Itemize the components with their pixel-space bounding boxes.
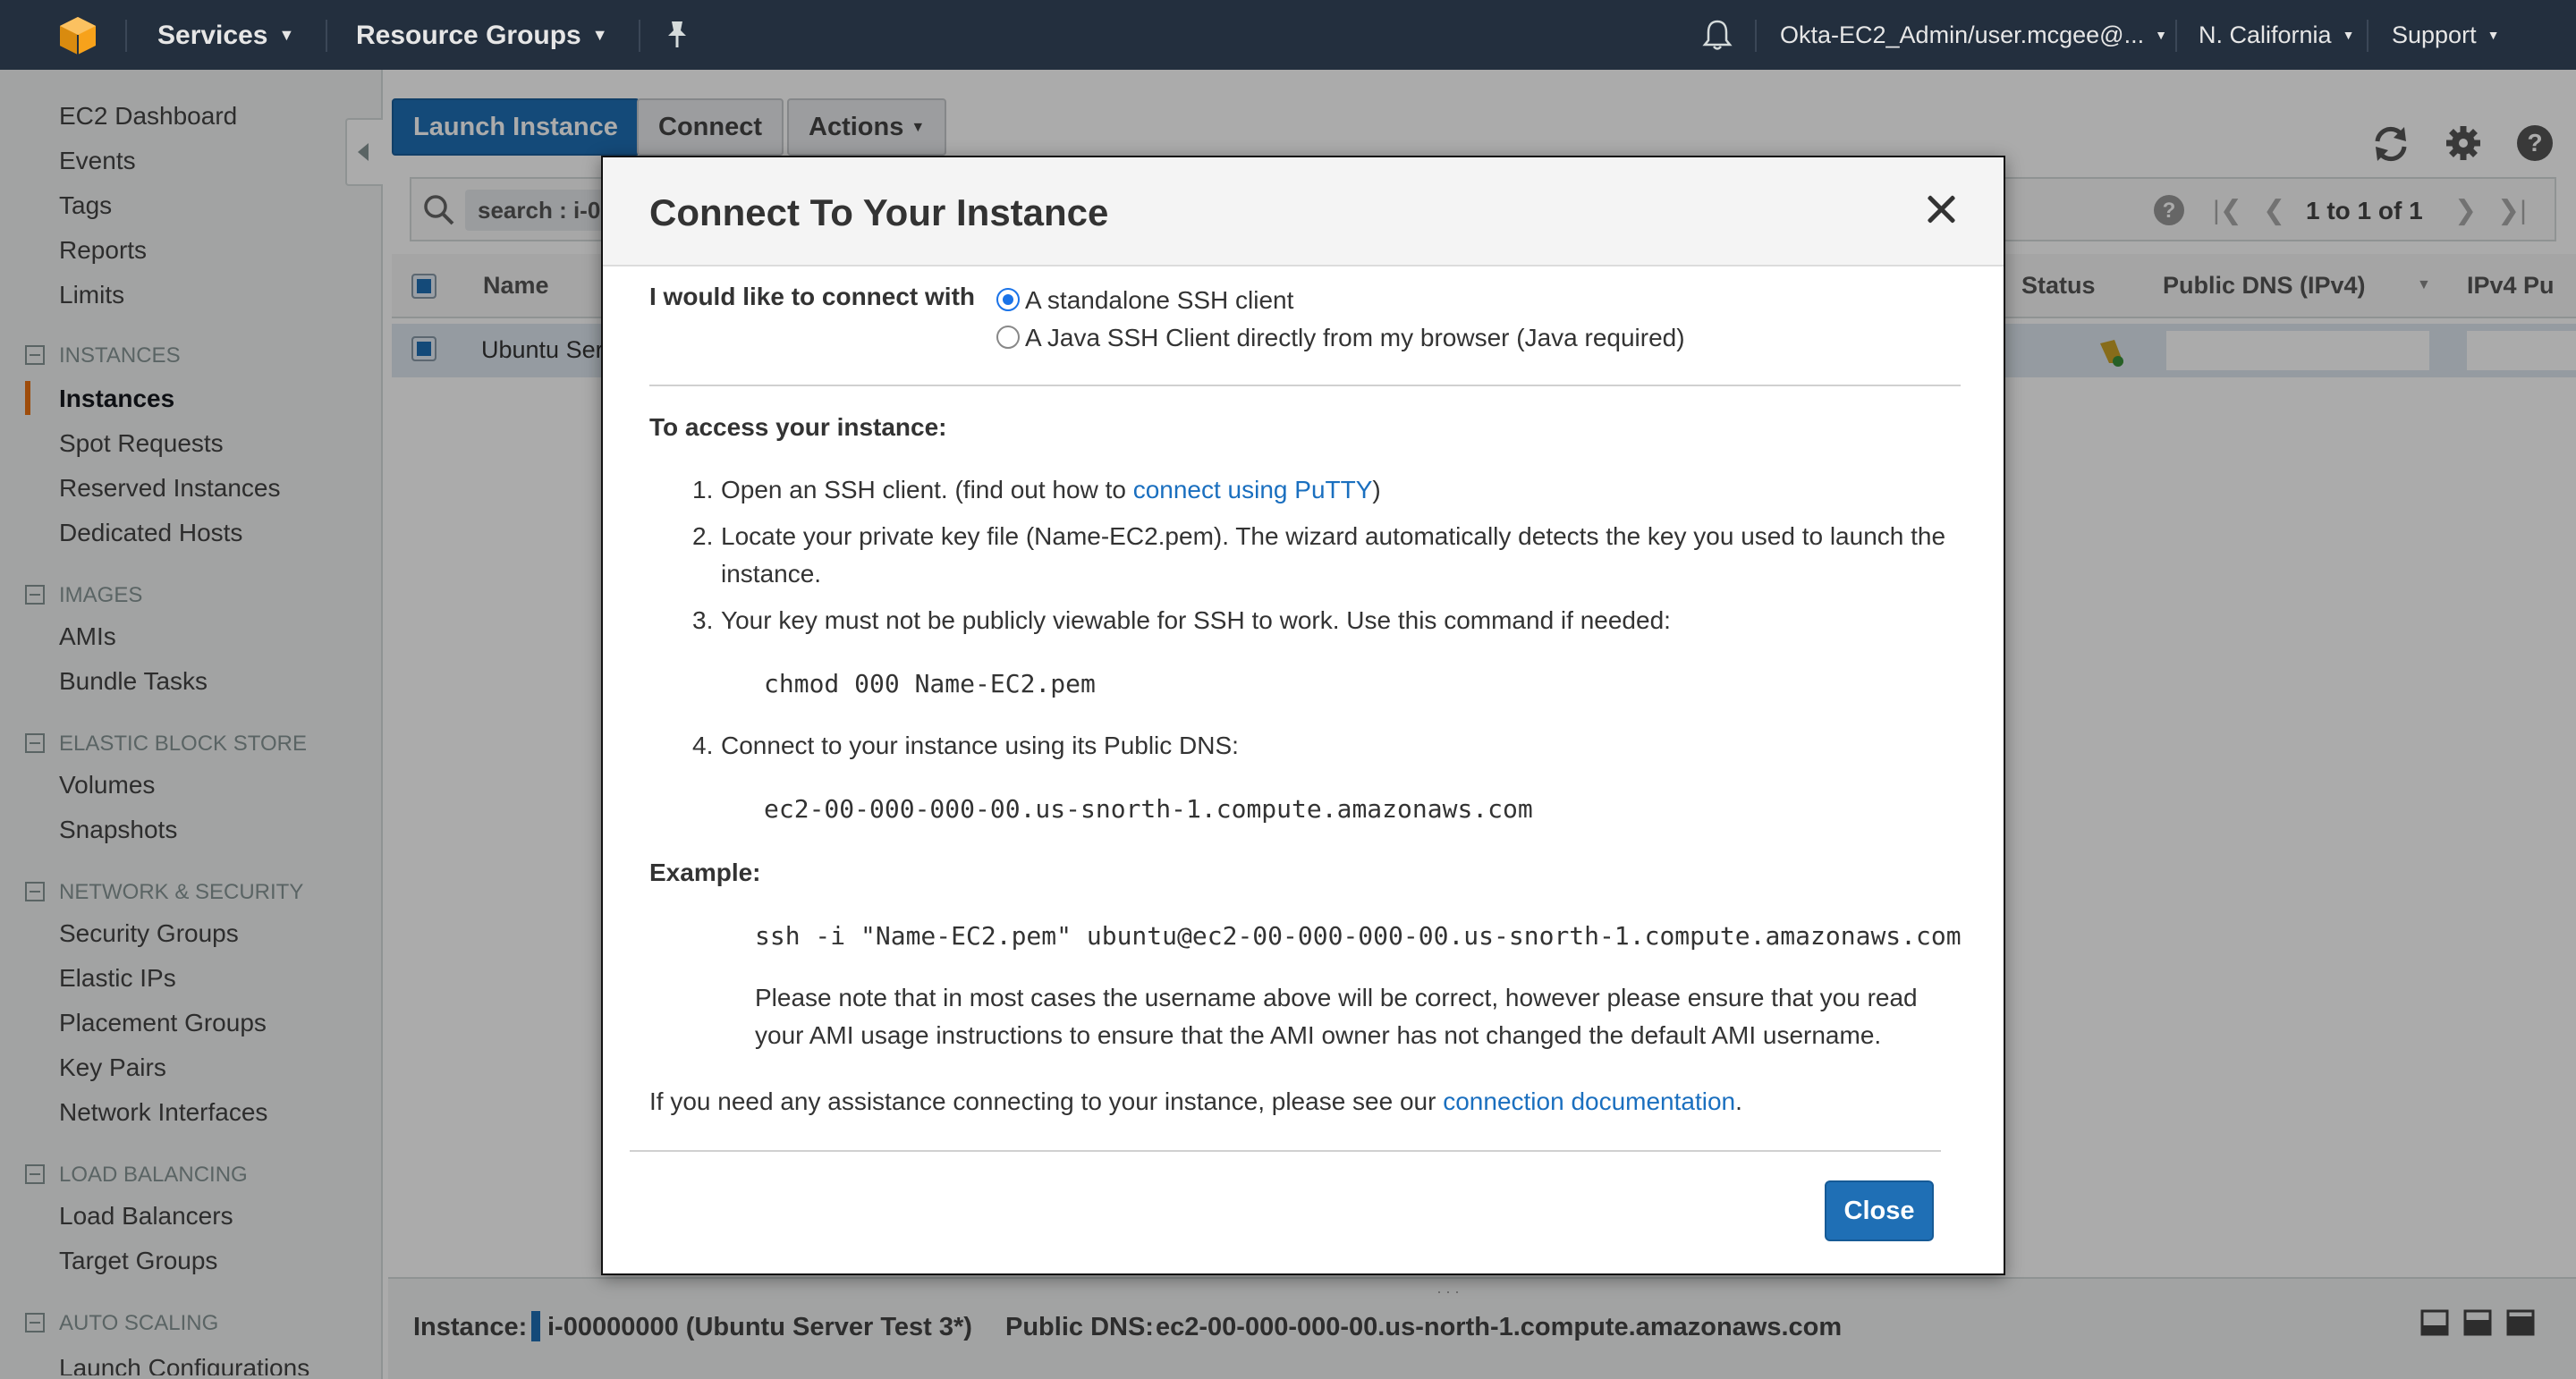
- top-navigation-bar: Services ▼ Resource Groups ▼ Okta-EC2_Admi…: [0, 0, 2576, 70]
- step-4-text: Connect to your instance using its Publi…: [721, 732, 1239, 759]
- aws-cube-logo-icon[interactable]: [57, 15, 98, 56]
- chmod-command: chmod 000 Name-EC2.pem: [764, 669, 1096, 698]
- assistance-period: .: [1735, 1087, 1742, 1115]
- assistance-label: If you need any assistance connecting to…: [649, 1087, 1436, 1115]
- step-2-line-2: instance.: [721, 560, 822, 588]
- pin-icon[interactable]: [664, 20, 691, 50]
- account-menu[interactable]: Okta-EC2_Admin/user.mcgee@... ▼: [1780, 0, 2167, 70]
- chevron-down-icon: ▼: [2155, 28, 2167, 42]
- step-3-number: 3.: [692, 606, 714, 634]
- option-standalone-ssh-label[interactable]: A standalone SSH client: [1025, 286, 1293, 315]
- nav-separator: [125, 20, 127, 52]
- step-2-number: 2.: [692, 522, 714, 550]
- support-label: Support: [2392, 21, 2477, 48]
- resource-groups-label: Resource Groups: [356, 21, 581, 50]
- services-label: Services: [157, 21, 268, 50]
- note-line-1: Please note that in most cases the usern…: [755, 984, 1918, 1011]
- nav-separator: [2175, 20, 2177, 52]
- chevron-down-icon: ▼: [591, 26, 608, 44]
- region-label: N. California: [2199, 21, 2332, 48]
- assistance-text: If you need any assistance connecting to…: [649, 1087, 1742, 1116]
- step-1-number: 1.: [692, 476, 714, 503]
- nav-separator: [2367, 20, 2368, 52]
- resource-groups-menu[interactable]: Resource Groups ▼: [356, 0, 608, 70]
- close-icon[interactable]: [1925, 193, 1957, 225]
- public-dns-command: ec2-00-000-000-00.us-snorth-1.compute.am…: [764, 794, 1533, 824]
- radio-java-ssh[interactable]: [996, 326, 1020, 349]
- chevron-down-icon: ▼: [2342, 28, 2355, 42]
- nav-separator: [639, 20, 640, 52]
- option-java-ssh-label[interactable]: A Java SSH Client directly from my brows…: [1025, 324, 1685, 352]
- chevron-down-icon: ▼: [2487, 28, 2500, 42]
- bell-icon[interactable]: [1701, 18, 1733, 52]
- region-menu[interactable]: N. California ▼: [2199, 0, 2354, 70]
- step-1-paren: ): [1372, 476, 1381, 503]
- connect-instance-dialog: Connect To Your Instance I would like to…: [601, 156, 2005, 1275]
- step-2-line-1: Locate your private key file (Name-EC2.p…: [721, 522, 1946, 550]
- services-menu[interactable]: Services ▼: [157, 0, 294, 70]
- radio-standalone-ssh[interactable]: [996, 288, 1020, 311]
- note-line-2: your AMI usage instructions to ensure th…: [755, 1021, 1882, 1049]
- connect-with-label: I would like to connect with: [649, 283, 976, 310]
- support-menu[interactable]: Support ▼: [2392, 0, 2499, 70]
- connection-documentation-link[interactable]: connection documentation: [1443, 1087, 1735, 1115]
- putty-link[interactable]: connect using PuTTY: [1133, 476, 1373, 503]
- step-1-label: Open an SSH client. (find out how to: [721, 476, 1126, 503]
- dialog-header: Connect To Your Instance: [603, 157, 2004, 266]
- step-4-number: 4.: [692, 732, 714, 759]
- footer-divider: [630, 1150, 1941, 1152]
- section-divider: [649, 385, 1961, 386]
- access-heading: To access your instance:: [649, 413, 947, 441]
- step-3-text: Your key must not be publicly viewable f…: [721, 606, 1671, 634]
- account-label: Okta-EC2_Admin/user.mcgee@...: [1780, 21, 2145, 48]
- nav-separator: [1755, 20, 1757, 52]
- chevron-down-icon: ▼: [278, 26, 295, 44]
- ssh-example-command: ssh -i "Name-EC2.pem" ubuntu@ec2-00-000-…: [755, 921, 1962, 951]
- step-1-text: Open an SSH client. (find out how to con…: [721, 476, 1381, 504]
- close-button[interactable]: Close: [1825, 1180, 1934, 1241]
- dialog-title: Connect To Your Instance: [649, 191, 1109, 233]
- example-heading: Example:: [649, 859, 761, 886]
- nav-separator: [326, 20, 327, 52]
